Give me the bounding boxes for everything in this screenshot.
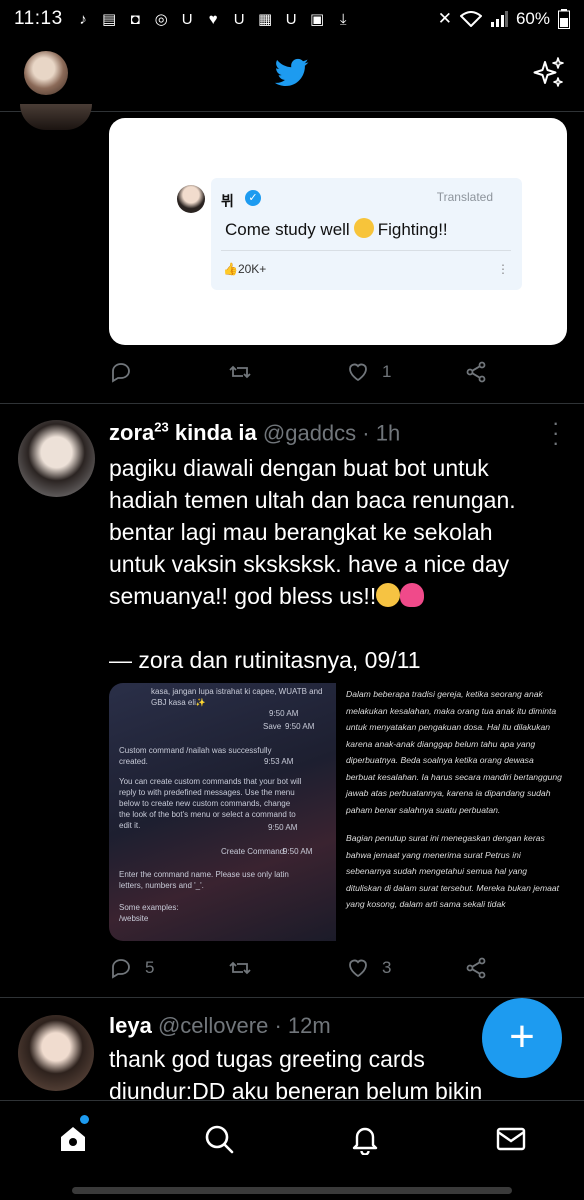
tweet-header: zora23 kinda ia @gaddcs · 1h bbox=[109, 420, 400, 446]
like-button[interactable]: 3 bbox=[346, 956, 391, 980]
notifications-icon[interactable] bbox=[349, 1123, 381, 1155]
tweet-actions: 5 3 bbox=[0, 956, 584, 986]
signal-icon bbox=[490, 11, 508, 27]
retweet-button[interactable] bbox=[228, 956, 252, 980]
tweet-text: pagiku diawali dengan buat bot untuk had… bbox=[109, 452, 569, 676]
message-icon: ◘ bbox=[130, 10, 140, 28]
home-icon[interactable] bbox=[57, 1123, 89, 1155]
retweet-icon bbox=[229, 365, 251, 379]
reply-count: 5 bbox=[145, 958, 155, 977]
tweet-avatar[interactable] bbox=[18, 420, 95, 497]
gesture-bar bbox=[72, 1187, 512, 1194]
embedded-likes: 👍20K+ bbox=[223, 262, 267, 276]
share-icon bbox=[466, 361, 486, 383]
author-name[interactable]: leya bbox=[109, 1013, 152, 1038]
messages-icon[interactable] bbox=[495, 1123, 527, 1155]
u-icon: U bbox=[181, 10, 193, 28]
top-app-bar bbox=[0, 38, 584, 112]
share-icon bbox=[466, 957, 486, 979]
tweet-avatar[interactable] bbox=[20, 104, 92, 130]
image-icon: ▣ bbox=[310, 10, 325, 28]
notification-dot bbox=[80, 1115, 89, 1124]
media-image-text[interactable]: Dalam beberapa tradisi gereja, ketika se… bbox=[342, 683, 567, 941]
twitter-bird-icon[interactable] bbox=[275, 58, 309, 88]
tweet-actions: 1 bbox=[0, 360, 584, 390]
compose-tweet-button[interactable]: + bbox=[482, 998, 562, 1078]
u-icon: ◎ bbox=[154, 10, 168, 28]
heart-icon bbox=[349, 959, 367, 978]
embedded-author: 뷔 bbox=[221, 193, 234, 209]
translated-label: Translated bbox=[436, 190, 493, 204]
status-bar: 11:13 ♪ ▤ ◘ ◎ U ♥ U ▦ U ▣ ⤓ ✕ 60% bbox=[0, 0, 584, 38]
verified-icon: ✓ bbox=[245, 190, 261, 206]
heart-icon: ♥ bbox=[208, 10, 218, 28]
bottom-navigation bbox=[0, 1100, 584, 1200]
star-struck-emoji-icon bbox=[376, 583, 401, 607]
embedded-avatar bbox=[177, 185, 205, 213]
like-count: 3 bbox=[382, 958, 392, 977]
smile-emoji-icon bbox=[353, 218, 374, 238]
tweet-media[interactable]: kasa, jangan lupa istrahat ki capee, WUA… bbox=[109, 683, 567, 941]
wifi-icon bbox=[459, 11, 482, 27]
tiktok-icon: ♪ bbox=[79, 10, 87, 28]
mute-icon: ✕ bbox=[437, 9, 452, 28]
tweet-image-card[interactable]: 뷔 ✓ Translated Come study well Fighting!!… bbox=[109, 118, 567, 345]
clock: 11:13 bbox=[14, 8, 63, 29]
u-icon: U bbox=[285, 10, 297, 28]
like-button[interactable]: 1 bbox=[346, 360, 391, 384]
sparkle-icon[interactable] bbox=[532, 56, 566, 90]
stack-icon: ▤ bbox=[102, 10, 117, 28]
share-button[interactable] bbox=[464, 956, 488, 980]
like-count: 1 bbox=[382, 362, 392, 381]
author-handle[interactable]: @gaddcs · 1h bbox=[263, 420, 400, 445]
media-image-chat[interactable]: kasa, jangan lupa istrahat ki capee, WUA… bbox=[109, 683, 336, 941]
download-icon: ⤓ bbox=[339, 10, 347, 28]
notification-icons: ♪ ▤ ◘ ◎ U ♥ U ▦ U ▣ ⤓ bbox=[75, 11, 352, 28]
heart-icon bbox=[349, 363, 367, 382]
tweet-signature: — zora dan rutinitasnya, 09/11 bbox=[109, 647, 421, 673]
reply-icon bbox=[112, 959, 130, 979]
share-button[interactable] bbox=[464, 360, 488, 384]
battery-level: 60% bbox=[515, 9, 550, 28]
tweet-avatar[interactable] bbox=[18, 1015, 94, 1091]
keyboard-icon: ▦ bbox=[258, 10, 273, 28]
profile-avatar[interactable] bbox=[24, 51, 68, 95]
reply-button[interactable] bbox=[109, 360, 133, 384]
author-handle[interactable]: @cellovere · 12m bbox=[158, 1013, 331, 1038]
retweet-button[interactable] bbox=[228, 360, 252, 384]
embedded-more-icon: ⋮ bbox=[497, 262, 509, 276]
tweet-divider bbox=[0, 403, 584, 404]
search-icon[interactable] bbox=[203, 1123, 235, 1155]
reply-icon bbox=[112, 363, 130, 383]
heart-arrow-emoji-icon bbox=[400, 583, 425, 607]
embedded-text: Come study well Fighting!! bbox=[225, 218, 448, 239]
retweet-icon bbox=[229, 961, 251, 975]
author-name[interactable]: zora23 kinda ia bbox=[109, 420, 257, 445]
more-options-icon[interactable]: · · · bbox=[552, 412, 559, 454]
system-icons: ✕ 60% bbox=[438, 9, 570, 29]
embedded-divider bbox=[221, 250, 511, 251]
reply-button[interactable]: 5 bbox=[109, 956, 154, 980]
u-icon: U bbox=[233, 10, 245, 28]
tweet-divider bbox=[0, 997, 584, 998]
tweet-header: leya @cellovere · 12m bbox=[109, 1013, 331, 1039]
battery-icon bbox=[558, 9, 570, 29]
